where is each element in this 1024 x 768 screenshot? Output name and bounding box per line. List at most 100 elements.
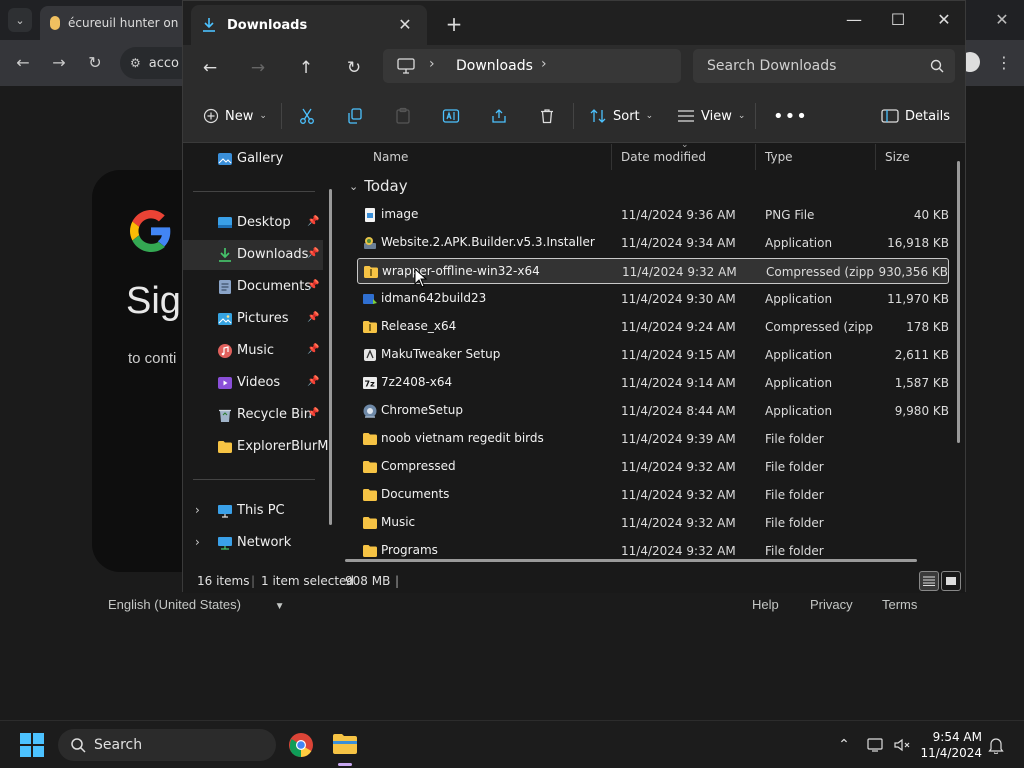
column-separator[interactable] [755,144,756,170]
maximize-icon[interactable]: ☐ [875,5,921,35]
sort-button[interactable]: Sort ⌄ [589,104,653,128]
nav-item-music[interactable]: Music 📌 [183,336,323,366]
nav-item-this-pc[interactable]: › This PC [183,496,323,526]
group-collapse-icon[interactable]: ⌄ [349,180,358,193]
explorer-titlebar: Downloads ✕ + — ☐ ✕ [183,1,965,45]
chrome-icon[interactable] [288,732,314,758]
file-row[interactable]: image 11/4/2024 9:36 AM PNG File 40 KB [357,202,949,228]
forward-icon[interactable]: → [245,55,271,81]
share-icon[interactable] [488,105,510,127]
paste-icon[interactable] [392,105,414,127]
nav-item-videos[interactable]: Videos 📌 [183,368,323,398]
footer-help-link[interactable]: Help [752,597,779,612]
file-row[interactable]: MakuTweaker Setup 11/4/2024 9:15 AM Applic… [357,342,949,368]
folder-icon [218,441,232,453]
file-type: Application [765,376,833,390]
browser-tab[interactable]: écureuil hunter on Sc [40,6,190,40]
column-separator[interactable] [611,144,612,170]
nav-item-desktop[interactable]: Desktop 📌 [183,208,323,238]
network-status-icon[interactable] [866,735,886,755]
file-row[interactable]: Website.2.APK.Builder.v5.3.Installer 11/4… [357,230,949,256]
file-name: wrapper-offline-win32-x64 [382,264,540,278]
view-button[interactable]: View ⌄ [677,104,745,128]
file-row[interactable]: wrapper-offline-win32-x64 11/4/2024 9:32 … [357,258,949,284]
file-row[interactable]: ChromeSetup 11/4/2024 8:44 AM Application 9… [357,398,949,424]
footer-privacy-link[interactable]: Privacy [810,597,853,612]
details-pane-button[interactable]: Details [881,104,950,128]
volume-muted-icon[interactable] [892,735,912,755]
browser-menu-icon[interactable]: ⋮ [996,52,1012,74]
expand-chevron-icon[interactable]: › [195,535,200,549]
breadcrumb-chevron-icon[interactable]: › [541,56,547,72]
tiles-view-icon[interactable] [941,571,961,591]
file-list-horizontal-scrollbar[interactable] [345,559,917,562]
file-row[interactable]: 7z 7z2408-x64 11/4/2024 9:14 AM Application… [357,370,949,396]
nav-item-documents[interactable]: Documents 📌 [183,272,323,302]
address-bar[interactable]: › Downloads › [383,49,681,83]
file-row[interactable]: noob vietnam regedit birds 11/4/2024 9:39… [357,426,949,452]
up-icon[interactable]: ↑ [293,55,319,81]
tab-close-icon[interactable]: ✕ [395,15,415,35]
more-options-icon[interactable]: ••• [773,104,808,128]
file-list-vertical-scrollbar[interactable] [957,161,960,443]
search-input[interactable]: Search Downloads [693,49,955,83]
file-list: Name Date modified Type Size ⌄ ⌄ Today i… [339,144,965,568]
tray-overflow-chevron-icon[interactable]: ⌃ [834,735,854,755]
nav-item-downloads[interactable]: Downloads 📌 [183,240,323,270]
tab-search-button[interactable]: ⌄ [8,8,32,32]
windows-start-icon[interactable] [20,733,44,757]
file-row[interactable]: idman642build23 11/4/2024 9:30 AM Applicat… [357,286,949,312]
footer-terms-link[interactable]: Terms [882,597,917,612]
breadcrumb-chevron-icon[interactable]: › [429,56,435,72]
column-header-date[interactable]: Date modified [621,150,706,164]
rename-icon[interactable] [440,105,462,127]
browser-forward-icon[interactable]: → [48,52,70,74]
google-logo-icon [130,210,171,252]
minimize-icon[interactable]: — [831,5,877,35]
copy-icon[interactable] [344,105,366,127]
browser-reload-icon[interactable]: ↻ [84,52,106,74]
column-separator[interactable] [875,144,876,170]
nav-item-gallery[interactable]: Gallery [183,144,323,174]
file-row[interactable]: Release_x64 11/4/2024 9:24 AM Compressed (… [357,314,949,340]
nav-item-recycle-bin[interactable]: Recycle Bin 📌 [183,400,323,430]
desktop-icon [218,217,232,228]
nav-item-explorerblurmica[interactable]: ExplorerBlurMic [183,432,331,462]
explorer-tab[interactable]: Downloads ✕ [191,5,427,45]
refresh-icon[interactable]: ↻ [341,55,367,81]
file-date: 11/4/2024 9:15 AM [621,348,736,362]
new-button[interactable]: New ⌄ [203,104,267,128]
file-row[interactable]: Music 11/4/2024 9:32 AM File folder [357,510,949,536]
nav-item-network[interactable]: › Network [183,528,323,558]
breadcrumb-downloads[interactable]: Downloads [456,58,533,74]
browser-close-icon[interactable]: ✕ [992,10,1012,30]
site-settings-icon[interactable]: ⚙ [130,56,141,70]
expand-chevron-icon[interactable]: › [195,503,200,517]
nav-item-pictures[interactable]: Pictures 📌 [183,304,323,334]
notification-bell-icon[interactable] [986,735,1006,755]
file-size: 930,356 KB [878,265,948,279]
nav-pane-scrollbar[interactable] [329,189,332,525]
back-icon[interactable]: ← [197,55,223,81]
nav-item-label: Pictures [237,311,289,326]
file-row[interactable]: Compressed 11/4/2024 9:32 AM File folder [357,454,949,480]
column-header-name[interactable]: Name [373,150,408,164]
new-tab-icon[interactable]: + [443,13,465,35]
signin-subtext: to conti [128,350,177,367]
browser-back-icon[interactable]: ← [12,52,34,74]
command-separator [755,103,756,129]
taskbar-search-box[interactable]: Search [58,729,276,761]
language-select[interactable]: English (United States) ▼ [108,597,284,612]
column-header-type[interactable]: Type [765,150,793,164]
taskbar-search-label: Search [94,737,143,753]
file-explorer-taskbar-icon[interactable] [332,732,358,756]
delete-icon[interactable] [536,105,558,127]
details-view-icon[interactable] [919,571,939,591]
column-header-size[interactable]: Size [885,150,910,164]
file-name: Website.2.APK.Builder.v5.3.Installer [381,235,595,249]
file-row[interactable]: Documents 11/4/2024 9:32 AM File folder [357,482,949,508]
close-window-icon[interactable]: ✕ [921,5,967,35]
taskbar-clock[interactable]: 9:54 AM 11/4/2024 [920,729,982,761]
cut-icon[interactable] [296,105,318,127]
group-header-today[interactable]: ⌄ Today [349,177,408,195]
